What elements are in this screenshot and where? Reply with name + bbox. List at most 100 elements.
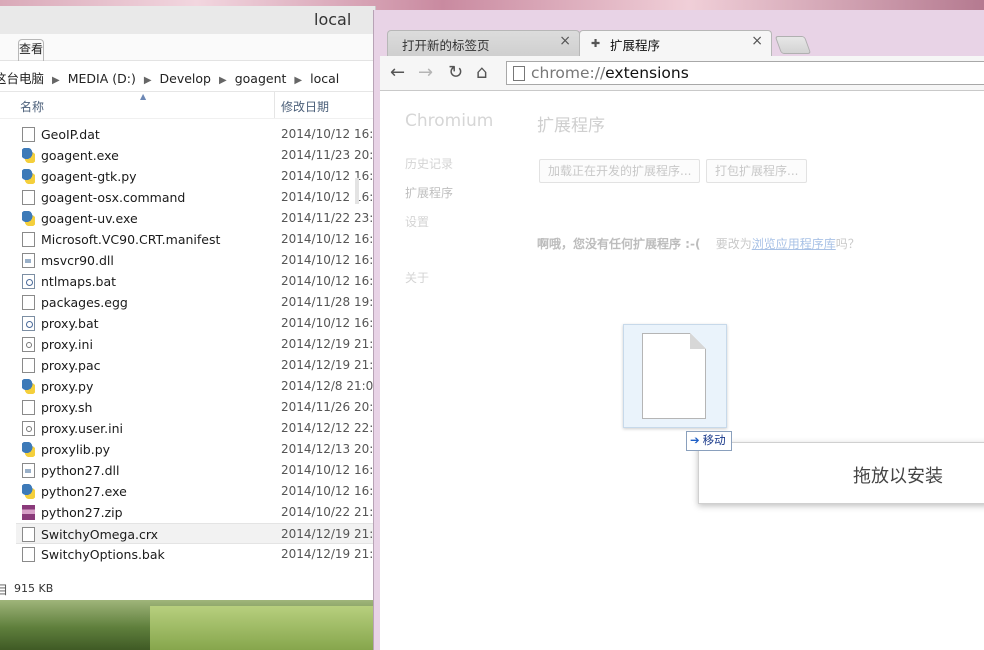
- explorer-titlebar[interactable]: local: [0, 6, 375, 34]
- file-row[interactable]: proxy.pac 2014/12/19 21:2: [16, 355, 375, 376]
- file-row[interactable]: python27.zip 2014/10/22 21:4: [16, 502, 375, 523]
- file-date: 2014/10/12 16:3: [281, 169, 375, 183]
- file-date: 2014/12/19 21:2: [281, 337, 375, 351]
- file-list-header: ▲ 名称 修改日期: [0, 92, 375, 119]
- new-tab-button[interactable]: [774, 36, 812, 54]
- drop-to-install-overlay[interactable]: 拖放以安装: [698, 442, 984, 504]
- breadcrumb-item[interactable]: 这台电脑: [0, 71, 44, 86]
- back-arrow-icon[interactable]: ←: [390, 62, 405, 83]
- file-name: proxy.py: [41, 379, 94, 394]
- breadcrumb-item[interactable]: Develop: [160, 71, 211, 86]
- file-date: 2014/12/19 21:2: [281, 527, 375, 541]
- details-view-icon[interactable]: 目: [0, 581, 8, 598]
- breadcrumb-item[interactable]: MEDIA (D:): [68, 71, 136, 86]
- tab-strip: 打开新的标签页 × ✚ 扩展程序 ×: [374, 10, 984, 56]
- column-header-date[interactable]: 修改日期: [281, 98, 329, 115]
- file-name: python27.exe: [41, 484, 127, 499]
- file-date: 2014/11/28 19:5: [281, 295, 375, 309]
- tab-label: 扩展程序: [610, 38, 661, 53]
- close-icon[interactable]: ×: [751, 33, 763, 49]
- file-explorer-window: local 查看 这台电脑 ▶ MEDIA (D:) ▶ Develop ▶ goagent…: [0, 6, 376, 600]
- address-bar[interactable]: 这台电脑 ▶ MEDIA (D:) ▶ Develop ▶ goagent ▶ local: [0, 61, 375, 92]
- file-icon: [642, 333, 706, 419]
- file-date: 2014/12/12 22:1: [281, 421, 375, 435]
- py-file-icon: [22, 148, 35, 163]
- file-row[interactable]: SwitchyOmega.crx 2014/12/19 21:2: [16, 523, 375, 544]
- tab-extensions[interactable]: ✚ 扩展程序 ×: [579, 30, 772, 56]
- breadcrumb-item[interactable]: goagent: [235, 71, 287, 86]
- reload-icon[interactable]: ↻: [448, 62, 463, 83]
- close-icon[interactable]: ×: [559, 33, 571, 49]
- file-row[interactable]: goagent-uv.exe 2014/11/22 23:0: [16, 208, 375, 229]
- page-sidebar: Chromium: [405, 111, 493, 131]
- file-row[interactable]: python27.exe 2014/10/12 16:3: [16, 481, 375, 502]
- file-row[interactable]: proxy.sh 2014/11/26 20:2: [16, 397, 375, 418]
- file-name: proxy.pac: [41, 358, 101, 373]
- drag-move-tooltip: ➔ 移动: [686, 431, 732, 451]
- file-name: GeoIP.dat: [41, 127, 100, 142]
- file-row[interactable]: goagent.exe 2014/11/23 20:4: [16, 145, 375, 166]
- home-icon[interactable]: ⌂: [476, 62, 487, 83]
- file-date: 2014/10/12 16:3: [281, 274, 375, 288]
- file-row[interactable]: proxy.bat 2014/10/12 16:3: [16, 313, 375, 334]
- sidebar-item-history[interactable]: 历史记录: [405, 155, 453, 172]
- browser-toolbar: ← → ↻ ⌂ chrome://extensions: [380, 56, 984, 91]
- file-row[interactable]: python27.dll 2014/10/12 16:3: [16, 460, 375, 481]
- chevron-right-icon[interactable]: ▶: [219, 75, 227, 86]
- browse-gallery-link[interactable]: 浏览应用程序库: [752, 237, 836, 251]
- file-row[interactable]: packages.egg 2014/11/28 19:5: [16, 292, 375, 313]
- file-date: 2014/12/19 21:2: [281, 547, 375, 561]
- sidebar-item-about[interactable]: 关于: [405, 269, 429, 286]
- file-row[interactable]: goagent-gtk.py 2014/10/12 16:3: [16, 166, 375, 187]
- file-name: SwitchyOmega.crx: [41, 527, 159, 542]
- file-name: python27.dll: [41, 463, 120, 478]
- bat-file-icon: [22, 316, 35, 331]
- sidebar-item-settings[interactable]: 设置: [405, 213, 429, 230]
- file-row[interactable]: SwitchyOptions.bak 2014/12/19 21:2: [16, 544, 375, 565]
- pack-extension-button[interactable]: 打包扩展程序...: [706, 159, 808, 183]
- file-row[interactable]: GeoIP.dat 2014/10/12 16:3: [16, 124, 375, 145]
- forward-arrow-icon[interactable]: →: [418, 62, 433, 83]
- empty-message: 啊哦，您没有任何扩展程序 :-( 要改为浏览应用程序库吗？: [537, 235, 860, 252]
- load-unpacked-button[interactable]: 加载正在开发的扩展程序...: [539, 159, 701, 183]
- file-row[interactable]: proxy.user.ini 2014/12/12 22:1: [16, 418, 375, 439]
- status-bar: 目 915 KB: [0, 576, 375, 600]
- doc-file-icon: [22, 127, 35, 142]
- file-name: proxy.ini: [41, 337, 93, 352]
- file-date: 2014/11/26 20:2: [281, 400, 375, 414]
- chevron-right-icon[interactable]: ▶: [144, 75, 152, 86]
- file-row[interactable]: proxy.ini 2014/12/19 21:2: [16, 334, 375, 355]
- doc-file-icon: [22, 358, 35, 373]
- file-name: ntlmaps.bat: [41, 274, 117, 289]
- file-row[interactable]: proxylib.py 2014/12/13 20:5: [16, 439, 375, 460]
- file-row[interactable]: msvcr90.dll 2014/10/12 16:3: [16, 250, 375, 271]
- file-row[interactable]: proxy.py 2014/12/8 21:09: [16, 376, 375, 397]
- chevron-right-icon[interactable]: ▶: [52, 75, 60, 86]
- file-name: packages.egg: [41, 295, 128, 310]
- chevron-right-icon[interactable]: ▶: [294, 75, 302, 86]
- doc-file-icon: [22, 527, 35, 542]
- file-date: 2014/12/19 21:2: [281, 358, 375, 372]
- column-header-name[interactable]: 名称: [20, 98, 44, 115]
- file-name: goagent.exe: [41, 148, 119, 163]
- file-date: 2014/10/22 21:4: [281, 505, 375, 519]
- file-date: 2014/12/13 20:5: [281, 442, 375, 456]
- breadcrumb-item[interactable]: local: [310, 71, 339, 86]
- url-text: chrome://extensions: [531, 64, 689, 82]
- desktop-wallpaper-bottom: [0, 600, 380, 650]
- file-row[interactable]: ntlmaps.bat 2014/10/12 16:3: [16, 271, 375, 292]
- empty-message-text: 啊哦，您没有任何扩展程序 :-(: [537, 237, 701, 251]
- file-date: 2014/11/23 20:4: [281, 148, 375, 162]
- nav-selection-bar: [355, 178, 359, 204]
- file-row[interactable]: goagent-osx.command 2014/10/12 16:3: [16, 187, 375, 208]
- omnibox[interactable]: chrome://extensions: [506, 61, 984, 85]
- column-divider[interactable]: [274, 92, 275, 118]
- sidebar-item-extensions[interactable]: 扩展程序: [405, 184, 453, 201]
- file-date: 2014/10/12 16:3: [281, 127, 375, 141]
- file-row[interactable]: Microsoft.VC90.CRT.manifest 2014/10/12 16…: [16, 229, 375, 250]
- tab-new-tab[interactable]: 打开新的标签页 ×: [387, 30, 580, 56]
- file-list: GeoIP.dat 2014/10/12 16:3 goagent.exe 2014/…: [0, 119, 375, 571]
- file-date: 2014/10/12 16:3: [281, 463, 375, 477]
- doc-file-icon: [22, 547, 35, 562]
- puzzle-piece-icon: ✚: [591, 37, 601, 50]
